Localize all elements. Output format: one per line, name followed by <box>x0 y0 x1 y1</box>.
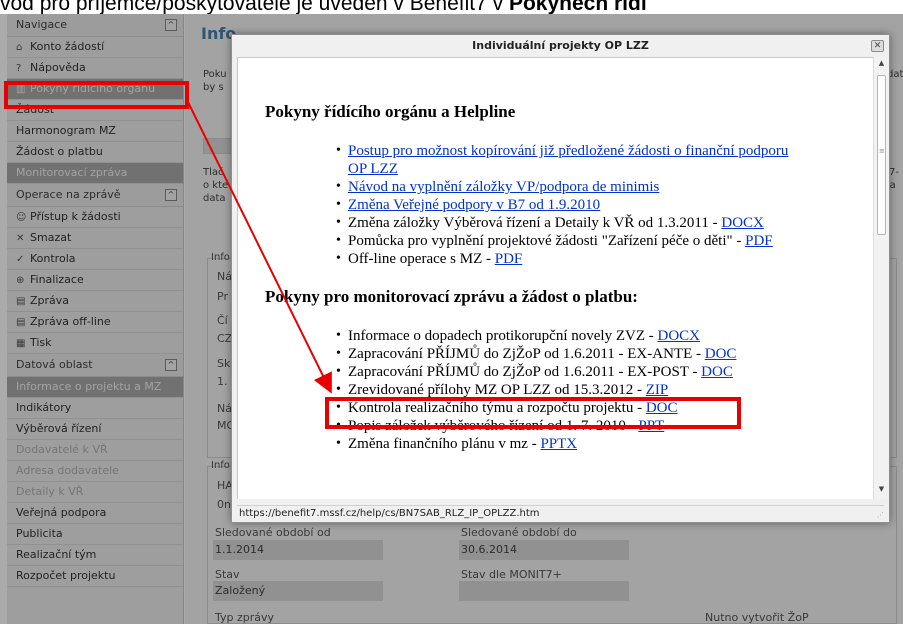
annotation-arrow <box>185 97 332 394</box>
